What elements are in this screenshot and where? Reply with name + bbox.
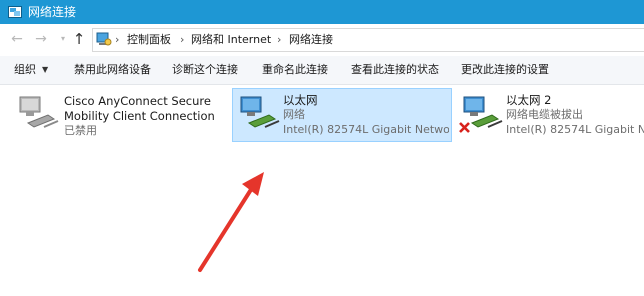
connection-name-line2: Mobility Client Connection — [64, 109, 215, 123]
title-bar: 网络连接 — [0, 0, 644, 24]
connection-item-ethernet[interactable]: 以太网 网络 Intel(R) 82574L Gigabit Netwo... — [232, 88, 452, 142]
rename-button[interactable]: 重命名此连接 — [262, 63, 328, 77]
connections-view: Cisco AnyConnect Secure Mobility Client … — [0, 85, 644, 296]
breadcrumb-network-connections[interactable]: 网络连接 — [289, 32, 333, 48]
connection-status: 已禁用 — [64, 124, 97, 137]
back-arrow-icon[interactable]: ← — [8, 30, 26, 48]
connection-item-ethernet-2[interactable]: 以太网 2 网络电缆被拔出 Intel(R) 82574L Gigabit Ne… — [456, 89, 644, 141]
breadcrumb-network-internet[interactable]: 网络和 Internet — [191, 32, 271, 48]
network-adapter-icon — [240, 96, 280, 128]
organize-button[interactable]: 组织 — [14, 63, 36, 77]
chevron-down-icon[interactable]: ▼ — [42, 63, 48, 77]
up-arrow-icon[interactable]: ↑ — [70, 30, 88, 48]
connection-status: 网络电缆被拔出 — [506, 108, 583, 121]
connection-item-cisco[interactable]: Cisco AnyConnect Secure Mobility Client … — [12, 89, 222, 141]
breadcrumb-separator[interactable]: › — [277, 32, 281, 48]
address-row: ← → ▾ ↑ › 控制面板 › 网络和 Internet › 网络连接 — [0, 24, 644, 54]
disable-device-button[interactable]: 禁用此网络设备 — [74, 63, 151, 77]
diagnose-button[interactable]: 诊断这个连接 — [172, 63, 238, 77]
network-adapter-unplugged-icon — [459, 96, 503, 133]
annotation-arrow-icon — [198, 172, 264, 272]
breadcrumb-control-panel[interactable]: 控制面板 — [127, 32, 171, 48]
breadcrumb-separator[interactable]: › — [180, 32, 184, 48]
network-connections-icon — [8, 6, 22, 18]
view-status-button[interactable]: 查看此连接的状态 — [351, 63, 439, 77]
change-settings-button[interactable]: 更改此连接的设置 — [461, 63, 549, 77]
connection-device: Intel(R) 82574L Gigabit Netw — [506, 123, 644, 136]
forward-arrow-icon[interactable]: → — [32, 30, 50, 48]
connection-name: 以太网 2 — [506, 93, 552, 107]
connection-status: 网络 — [283, 108, 305, 121]
network-adapter-disabled-icon — [19, 96, 59, 128]
command-bar: 组织 ▼ 禁用此网络设备 诊断这个连接 重命名此连接 查看此连接的状态 更改此连… — [0, 56, 644, 85]
connection-device: Intel(R) 82574L Gigabit Netwo... — [283, 123, 449, 136]
breadcrumb-separator[interactable]: › — [115, 32, 119, 48]
connection-name-line1: Cisco AnyConnect Secure — [64, 94, 211, 108]
address-bar[interactable]: › 控制面板 › 网络和 Internet › 网络连接 — [92, 28, 644, 52]
control-panel-icon — [96, 32, 112, 46]
window-title: 网络连接 — [28, 5, 77, 19]
connection-name: 以太网 — [283, 93, 318, 107]
